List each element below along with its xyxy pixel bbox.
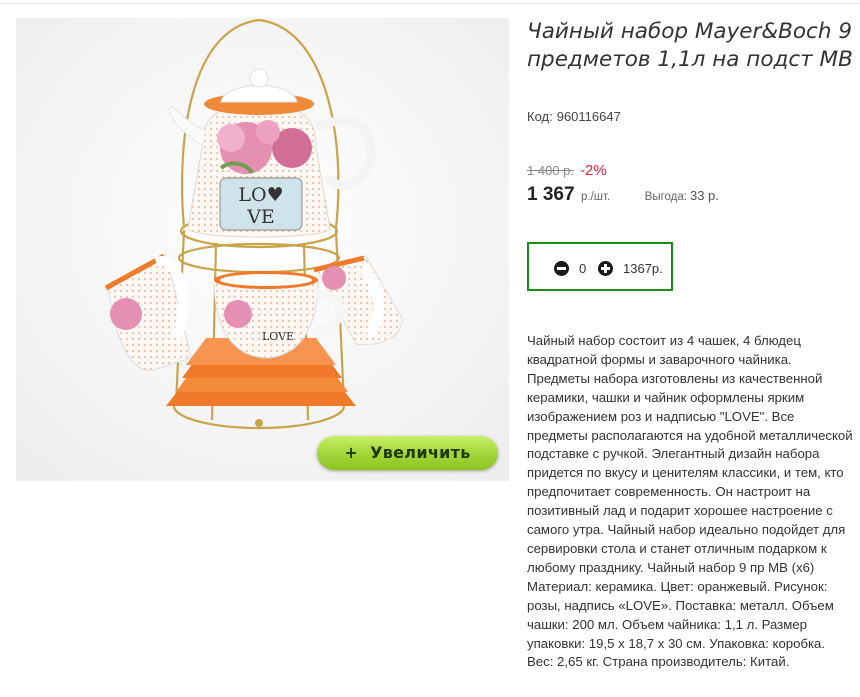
price-row: 1 367 р./шт. Выгода: 33 р. [527, 184, 719, 206]
product-code: Код: 960116647 [527, 109, 621, 124]
top-divider [0, 3, 860, 4]
product-code-label: Код: [527, 109, 553, 124]
svg-text:LOVE: LOVE [262, 330, 294, 343]
zoom-button-label: Увеличить [370, 443, 471, 462]
savings: Выгода: 33 р. [645, 188, 719, 203]
cart-sum: 1367р. [623, 261, 663, 276]
love-text: LO♥ [238, 184, 283, 206]
price-unit: р./шт. [581, 191, 611, 203]
savings-label: Выгода: [644, 191, 687, 203]
quantity-value[interactable]: 0 [579, 261, 586, 276]
product-code-value: 960116647 [556, 109, 621, 124]
svg-text:VE: VE [246, 206, 275, 228]
old-price: 1 400 р. [527, 163, 574, 178]
plus-circle-icon[interactable] [598, 261, 613, 276]
tea-set-illustration: LO♥ VE LOVE [16, 18, 509, 481]
savings-value: 33 р. [689, 188, 719, 203]
zoom-button[interactable]: + Увеличить [317, 436, 498, 470]
discount-badge: -2% [580, 162, 607, 179]
current-price: 1 367 [527, 184, 575, 205]
product-image[interactable]: LO♥ VE LOVE + Увеличить [16, 18, 509, 481]
product-description: Чайный набор состоит из 4 чашек, 4 блюде… [527, 333, 853, 670]
plus-icon: + [344, 443, 359, 462]
quantity-box: 0 1367р. [527, 242, 673, 291]
old-price-row: 1 400 р. -2% [527, 162, 607, 179]
product-title: Чайный набор Mayer&Boch 9 предметов 1,1л… [527, 19, 853, 72]
minus-circle-icon[interactable] [554, 261, 569, 276]
